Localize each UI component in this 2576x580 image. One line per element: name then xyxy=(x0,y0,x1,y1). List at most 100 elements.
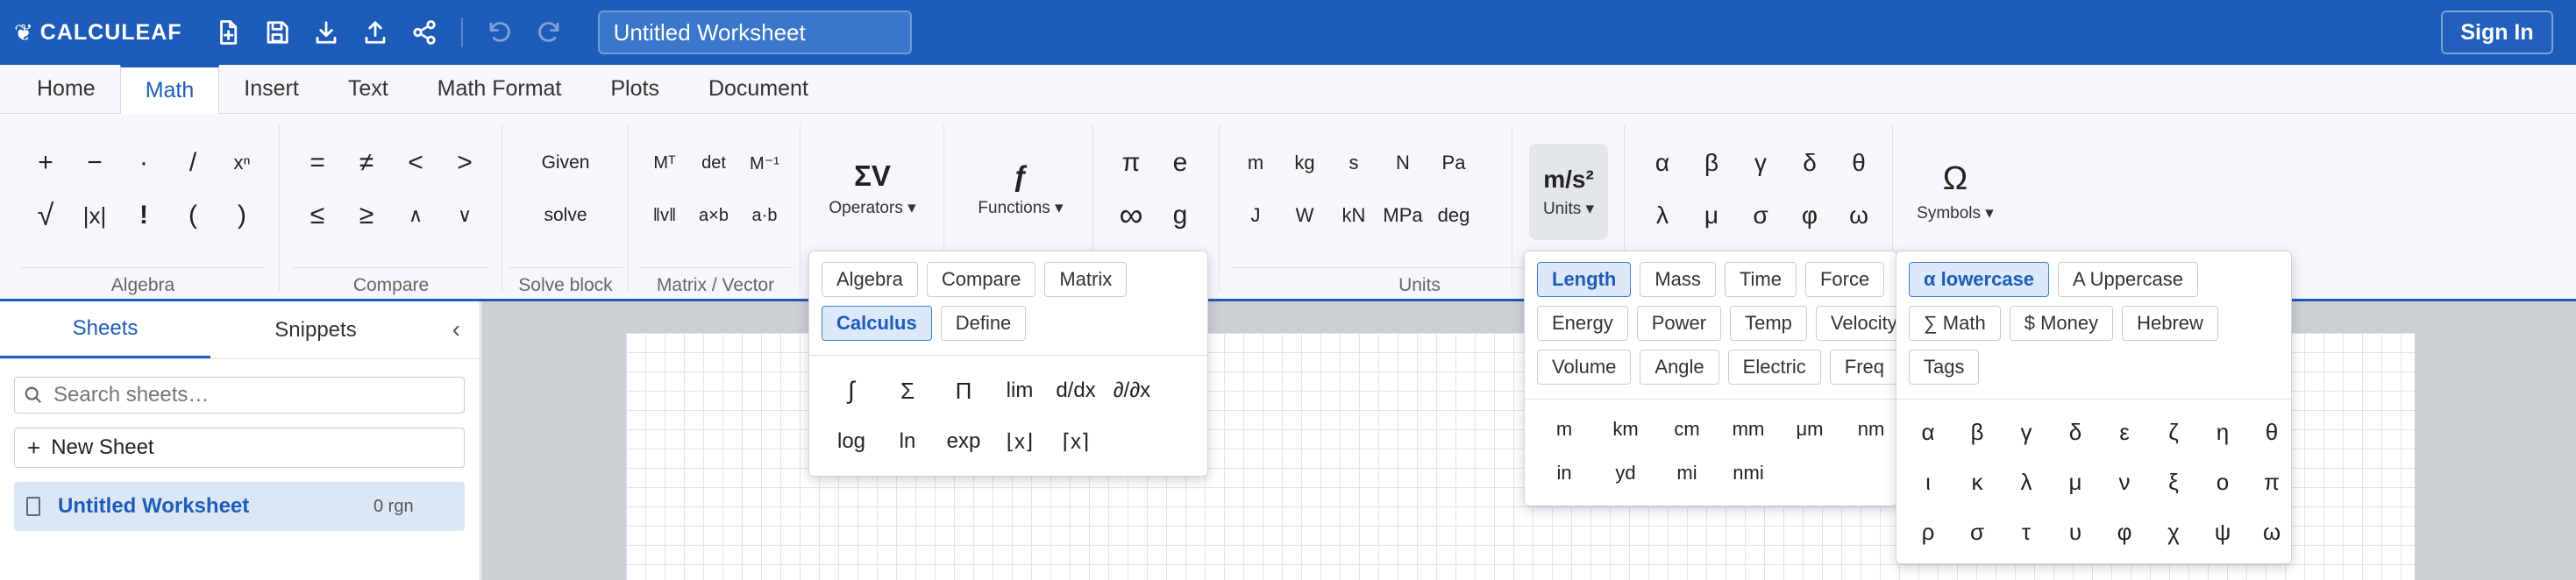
category-force[interactable]: Force xyxy=(1804,262,1885,297)
floor-button[interactable]: ⌊x⌋ xyxy=(992,416,1048,467)
unit-item-mi[interactable]: mi xyxy=(1656,451,1718,495)
partial-derivative-button[interactable]: ∂/∂x xyxy=(1104,365,1160,416)
unit-item-nm[interactable]: nm xyxy=(1840,407,1896,451)
symbol-epsilon[interactable]: ε xyxy=(2100,407,2149,457)
symbol-upsilon[interactable]: υ xyxy=(2051,507,2100,557)
delta-button[interactable]: δ xyxy=(1785,140,1834,186)
and-button[interactable]: ∧ xyxy=(391,193,440,238)
symbol-gamma[interactable]: γ xyxy=(2002,407,2051,457)
tab-insert[interactable]: Insert xyxy=(219,64,324,113)
less-than-button[interactable]: < xyxy=(391,140,440,186)
sign-in-button[interactable]: Sign In xyxy=(2441,11,2553,54)
unit-item-yd[interactable]: yd xyxy=(1595,451,1656,495)
category-freq[interactable]: Freq xyxy=(1829,350,1896,385)
gamma-button[interactable]: γ xyxy=(1736,140,1785,186)
functions-button[interactable]: ƒ Functions ▾ xyxy=(959,149,1082,228)
greater-equal-button[interactable]: ≥ xyxy=(342,193,391,238)
dot-product-button[interactable]: a·b xyxy=(738,193,791,238)
tab-plots[interactable]: Plots xyxy=(586,64,684,113)
category-compare[interactable]: Compare xyxy=(926,262,1036,297)
symbols-button[interactable]: Ω Symbols ▾ xyxy=(1903,152,2008,231)
unit-mpa-button[interactable]: MPa xyxy=(1378,193,1427,238)
collapse-sidebar-icon[interactable]: ‹ xyxy=(452,315,460,343)
mu-button[interactable]: μ xyxy=(1687,193,1736,238)
category-time[interactable]: Time xyxy=(1724,262,1797,297)
undo-button[interactable] xyxy=(475,8,524,57)
operators-button[interactable]: ΣV Operators ▾ xyxy=(815,149,929,228)
integral-button[interactable]: ∫ xyxy=(823,365,879,416)
symbol-lambda[interactable]: λ xyxy=(2002,457,2051,507)
symbol-sigma[interactable]: σ xyxy=(1953,507,2002,557)
symbol-rho[interactable]: ρ xyxy=(1904,507,1953,557)
symbol-psi[interactable]: ψ xyxy=(2198,507,2247,557)
open-paren-button[interactable]: ( xyxy=(168,193,217,238)
redo-button[interactable] xyxy=(524,8,573,57)
symbol-theta[interactable]: θ xyxy=(2247,407,2296,457)
phi-button[interactable]: φ xyxy=(1785,193,1834,238)
less-equal-button[interactable]: ≤ xyxy=(293,193,342,238)
greater-than-button[interactable]: > xyxy=(440,140,489,186)
omega-button[interactable]: ω xyxy=(1834,193,1883,238)
unit-item-in[interactable]: in xyxy=(1534,451,1595,495)
category-velocity[interactable]: Velocity xyxy=(1815,306,1896,341)
category-uppercase[interactable]: A Uppercase xyxy=(2058,262,2199,297)
factorial-button[interactable]: ! xyxy=(119,193,168,238)
beta-button[interactable]: β xyxy=(1687,140,1736,186)
sheet-list-item[interactable]: Untitled Worksheet 0 rgn xyxy=(14,482,465,531)
category-length[interactable]: Length xyxy=(1537,262,1632,297)
category-electric[interactable]: Electric xyxy=(1727,350,1821,385)
category-hebrew[interactable]: Hebrew xyxy=(2122,306,2218,341)
symbol-alpha[interactable]: α xyxy=(1904,407,1953,457)
unit-item-nmi[interactable]: nmi xyxy=(1718,451,1779,495)
product-button[interactable]: Π xyxy=(936,365,992,416)
sigma-button[interactable]: σ xyxy=(1736,193,1785,238)
gravity-button[interactable]: g xyxy=(1156,193,1205,238)
symbol-xi[interactable]: ξ xyxy=(2149,457,2198,507)
ceiling-button[interactable]: ⌈x⌉ xyxy=(1048,416,1104,467)
category-calculus[interactable]: Calculus xyxy=(822,306,932,341)
ln-button[interactable]: ln xyxy=(879,416,936,467)
symbol-omicron[interactable]: ο xyxy=(2198,457,2247,507)
or-button[interactable]: ∨ xyxy=(440,193,489,238)
not-equal-button[interactable]: ≠ xyxy=(342,140,391,186)
unit-n-button[interactable]: N xyxy=(1378,140,1427,186)
category-angle[interactable]: Angle xyxy=(1640,350,1719,385)
symbol-eta[interactable]: η xyxy=(2198,407,2247,457)
symbol-nu[interactable]: ν xyxy=(2100,457,2149,507)
share-button[interactable] xyxy=(400,8,449,57)
symbol-delta[interactable]: δ xyxy=(2051,407,2100,457)
category-power[interactable]: Power xyxy=(1636,306,1722,341)
pi-button[interactable]: π xyxy=(1107,140,1156,186)
save-button[interactable] xyxy=(253,8,302,57)
unit-w-button[interactable]: W xyxy=(1280,193,1329,238)
power-button[interactable]: xⁿ xyxy=(217,140,267,186)
tab-document[interactable]: Document xyxy=(684,64,833,113)
solve-button[interactable]: solve xyxy=(509,193,623,238)
unit-item-km[interactable]: km xyxy=(1595,407,1656,451)
unit-s-button[interactable]: s xyxy=(1329,140,1378,186)
lambda-button[interactable]: λ xyxy=(1638,193,1687,238)
inverse-button[interactable]: M⁻¹ xyxy=(738,140,791,186)
unit-kg-button[interactable]: kg xyxy=(1280,140,1329,186)
norm-button[interactable]: ‖v‖ xyxy=(640,193,689,238)
tab-text[interactable]: Text xyxy=(324,64,413,113)
search-input[interactable] xyxy=(53,383,439,407)
category-temp[interactable]: Temp xyxy=(1730,306,1807,341)
abs-button[interactable]: |x| xyxy=(70,193,119,238)
theta-button[interactable]: θ xyxy=(1834,140,1883,186)
unit-deg-button[interactable]: deg xyxy=(1427,193,1480,238)
unit-item-mm[interactable]: mm xyxy=(1718,407,1779,451)
category-algebra[interactable]: Algebra xyxy=(822,262,918,297)
alpha-button[interactable]: α xyxy=(1638,140,1687,186)
unit-item-cm[interactable]: cm xyxy=(1656,407,1718,451)
symbol-kappa[interactable]: κ xyxy=(1953,457,2002,507)
multiply-button[interactable]: · xyxy=(119,140,168,186)
tab-home[interactable]: Home xyxy=(12,64,120,113)
tab-math-format[interactable]: Math Format xyxy=(413,64,587,113)
given-button[interactable]: Given xyxy=(509,140,623,186)
sum-button[interactable]: Σ xyxy=(879,365,936,416)
infinity-button[interactable]: ∞ xyxy=(1107,193,1156,238)
tab-math[interactable]: Math xyxy=(119,65,220,114)
new-file-button[interactable] xyxy=(203,8,253,57)
category-matrix[interactable]: Matrix xyxy=(1044,262,1128,297)
